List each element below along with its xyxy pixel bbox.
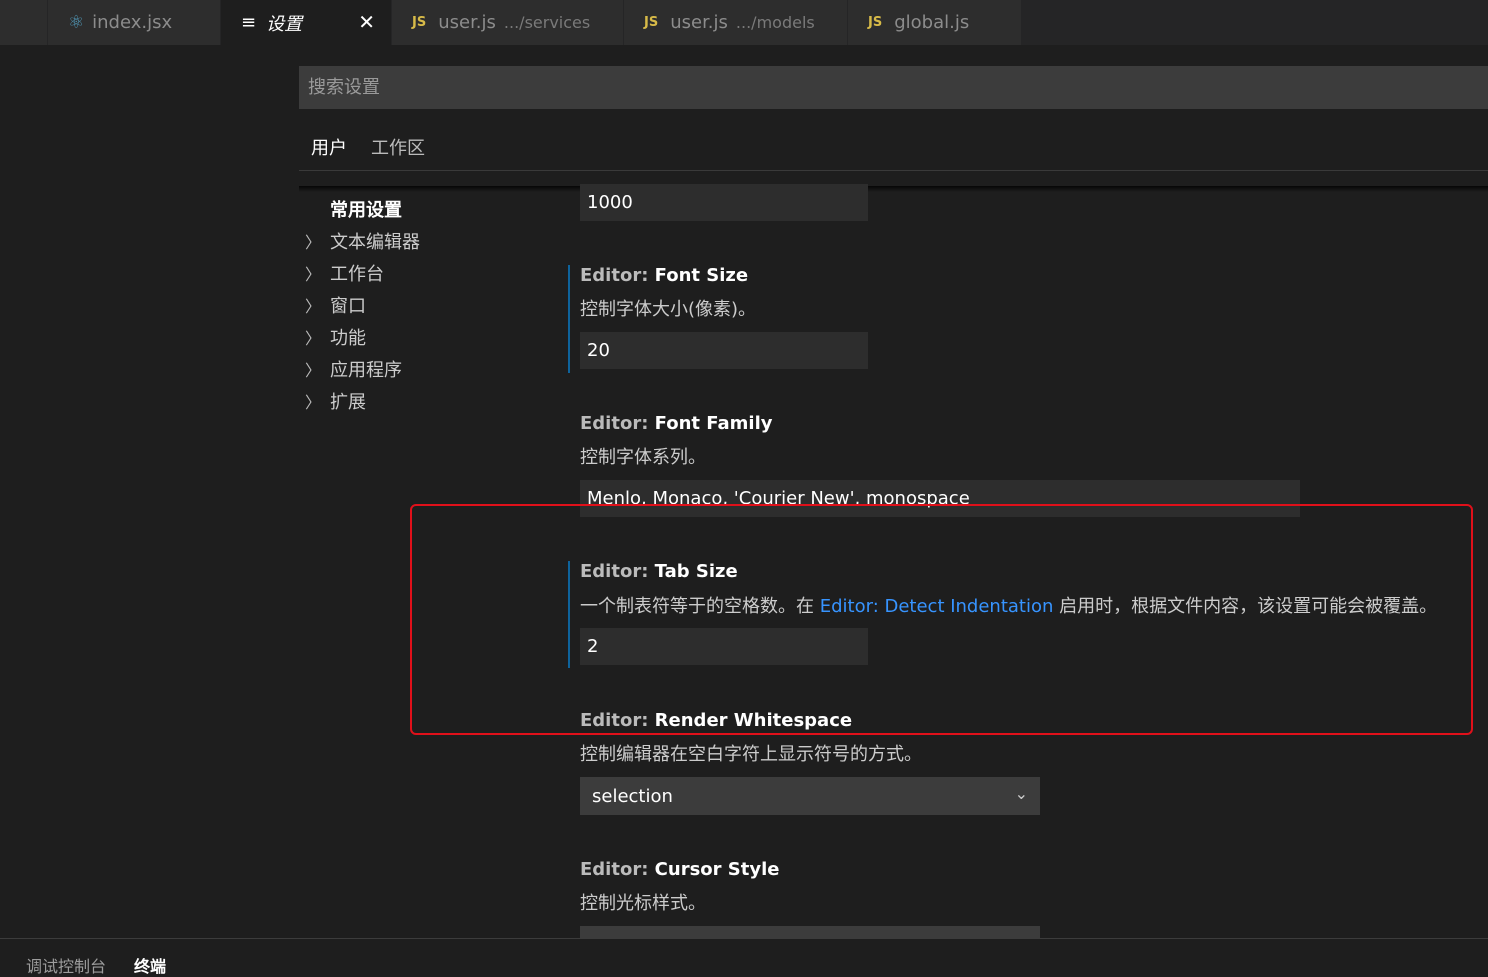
render-whitespace-select[interactable]: selection ⌄ — [580, 777, 1040, 815]
setting-description: 控制字体大小(像素)。 — [580, 299, 757, 320]
toc-label: 工作台 — [330, 264, 384, 285]
setting-description: 控制光标样式。 — [580, 893, 706, 914]
chevron-right-icon: 〉 — [305, 233, 322, 252]
tab-description: .../models — [735, 13, 815, 32]
tab-label: user.js — [438, 12, 496, 33]
toc-item-extensions[interactable]: 〉扩展 — [305, 385, 545, 417]
modified-indicator — [568, 265, 570, 373]
chevron-right-icon: 〉 — [305, 361, 322, 380]
js-icon: JS — [412, 15, 427, 30]
toc-item-window[interactable]: 〉窗口 — [305, 289, 545, 321]
tab-workspace[interactable]: 工作区 — [359, 128, 437, 171]
cursor-style-select[interactable] — [580, 926, 1040, 938]
react-icon: ⚛ — [68, 12, 85, 33]
settings-scope-tabs: 用户 工作区 — [299, 128, 437, 171]
tab-user-js-models[interactable]: JS user.js .../models — [624, 0, 848, 45]
tab-description: .../services — [503, 13, 591, 32]
tab-index-jsx[interactable]: ⚛ index.jsx — [48, 0, 221, 45]
js-icon: JS — [644, 15, 659, 30]
font-size-input[interactable]: 20 — [580, 332, 868, 369]
chevron-down-icon: ⌄ — [1014, 784, 1028, 803]
settings-list-icon: ≡ — [241, 12, 257, 33]
editor-tab-bar: ⚛ index.jsx ≡ 设置 ✕ JS user.js .../servic… — [0, 0, 1488, 45]
chevron-right-icon: 〉 — [305, 329, 322, 348]
tab-terminal[interactable]: 终端 — [134, 953, 166, 977]
tab-global-js[interactable]: JS global.js — [848, 0, 1022, 45]
previous-setting-input[interactable]: 1000 — [580, 184, 868, 221]
chevron-right-icon: 〉 — [305, 297, 322, 316]
toc-label: 文本编辑器 — [330, 232, 420, 253]
toc-item-workbench[interactable]: 〉工作台 — [305, 257, 545, 289]
chevron-right-icon: 〉 — [305, 265, 322, 284]
chevron-right-icon: 〉 — [305, 393, 322, 412]
tab-label: index.jsx — [92, 12, 173, 33]
js-icon: JS — [868, 15, 883, 30]
tab-user[interactable]: 用户 — [299, 128, 359, 171]
settings-toc: 常用设置 〉文本编辑器 〉工作台 〉窗口 〉功能 〉应用程序 〉扩展 — [305, 193, 545, 417]
tab-label: user.js — [670, 12, 728, 33]
toc-item-features[interactable]: 〉功能 — [305, 321, 545, 353]
tab-label: 设置 — [266, 13, 303, 35]
tab-label: global.js — [894, 12, 970, 33]
select-value: selection — [592, 785, 673, 807]
setting-title: Editor: Font Family — [580, 413, 773, 434]
scope-divider — [299, 170, 1488, 171]
tab-user-js-services[interactable]: JS user.js .../services — [392, 0, 624, 45]
toc-item-application[interactable]: 〉应用程序 — [305, 353, 545, 385]
toc-item-text-editor[interactable]: 〉文本编辑器 — [305, 225, 545, 257]
panel-divider — [0, 938, 1488, 939]
tab-bar-leading-space — [0, 0, 48, 45]
tab-settings[interactable]: ≡ 设置 ✕ — [221, 0, 392, 45]
setting-title: Editor: Cursor Style — [580, 859, 780, 880]
setting-description: 控制编辑器在空白字符上显示符号的方式。 — [580, 744, 922, 765]
setting-title: Editor: Font Size — [580, 265, 749, 286]
scroll-shadow — [299, 186, 1488, 192]
toc-label: 窗口 — [330, 296, 366, 317]
toc-item-common[interactable]: 常用设置 — [305, 193, 545, 225]
tab-debug-console[interactable]: 调试控制台 — [26, 953, 106, 977]
setting-description: 控制字体系列。 — [580, 447, 706, 468]
toc-label: 常用设置 — [330, 200, 402, 221]
toc-label: 应用程序 — [330, 360, 402, 381]
settings-search-input[interactable] — [299, 66, 1488, 109]
highlight-box — [410, 504, 1473, 735]
close-icon[interactable]: ✕ — [358, 10, 375, 34]
toc-label: 功能 — [330, 328, 366, 349]
toc-label: 扩展 — [330, 392, 366, 413]
